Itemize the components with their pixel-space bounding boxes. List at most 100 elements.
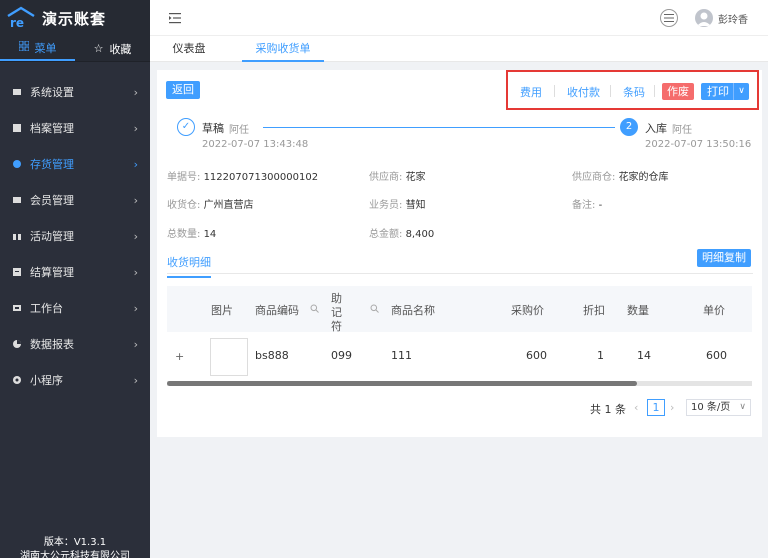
topbar: 彭玲香: [150, 0, 768, 36]
chevron-right-icon[interactable]: ›: [670, 401, 674, 414]
chart-icon: [12, 339, 22, 349]
tab-dashboard[interactable]: 仪表盘: [158, 36, 220, 62]
member-icon: [12, 195, 22, 205]
info-value: 花家: [405, 172, 426, 183]
step-connector: [263, 127, 615, 128]
cell-purchase-price: 600: [526, 349, 547, 362]
sidebar-tabs: 菜单 ☆ 收藏: [0, 36, 150, 62]
cell-mnemonic: 099: [331, 349, 352, 362]
chevron-down-icon: ∨: [739, 402, 746, 412]
horizontal-scrollbar[interactable]: [167, 381, 752, 386]
info-value: -: [598, 200, 603, 211]
info-salesman: 业务员: 彗知: [369, 196, 426, 211]
column-header-purchase-price: 采购价: [511, 304, 544, 317]
sidebar-item-label: 活动管理: [30, 230, 74, 243]
step-done-check-icon: ✓: [177, 118, 195, 136]
avatar[interactable]: [695, 9, 713, 27]
info-value: 彗知: [405, 200, 426, 211]
grid-icon: [18, 40, 29, 54]
hamburger-menu-icon[interactable]: [660, 9, 678, 27]
sidebar-item-label: 数据报表: [30, 338, 74, 351]
back-button[interactable]: 返回: [166, 81, 200, 99]
sidebar-item-inventory[interactable]: 存货管理 ›: [0, 146, 150, 182]
cell-quantity: 14: [637, 349, 651, 362]
chevron-down-icon[interactable]: ∨: [733, 83, 749, 100]
search-icon[interactable]: [370, 304, 379, 313]
sidebar-item-workbench[interactable]: 工作台 ›: [0, 290, 150, 326]
sidebar-item-label: 系统设置: [30, 86, 74, 99]
table-row[interactable]: + bs888 099 111 600 1 14 600: [167, 332, 752, 382]
sidebar-tab-favorites[interactable]: ☆ 收藏: [75, 36, 150, 61]
info-label: 供应商仓:: [572, 172, 616, 183]
chevron-right-icon: ›: [133, 121, 138, 135]
cell-unit-price: 600: [706, 349, 727, 362]
page-tabs: 仪表盘 采购收货单: [150, 36, 768, 62]
sidebar-tab-label: 菜单: [34, 41, 57, 55]
info-value: 8,400: [405, 229, 435, 240]
chevron-right-icon: ›: [133, 229, 138, 243]
sidebar-item-reports[interactable]: 数据报表 ›: [0, 326, 150, 362]
tab-receipt-detail[interactable]: 收货明细: [167, 254, 211, 278]
expand-row-icon[interactable]: +: [175, 350, 184, 363]
sidebar-item-label: 存货管理: [30, 158, 74, 171]
cell-code: bs888: [255, 349, 289, 362]
info-supplier-warehouse: 供应商仓: 花家的仓库: [572, 168, 669, 183]
page-size-select[interactable]: 10 条/页 ∨: [686, 399, 751, 416]
company-label: 湖南大公元科技有限公司: [20, 551, 130, 558]
logo-row: re 演示账套: [0, 0, 150, 36]
info-total-qty: 总数量: 14: [167, 225, 216, 240]
info-label: 备注:: [572, 200, 596, 211]
sidebar-item-mini-program[interactable]: 小程序 ›: [0, 362, 150, 398]
app-title: 演示账套: [42, 9, 107, 28]
sidebar-item-label: 结算管理: [30, 266, 74, 279]
tab-purchase-receipt[interactable]: 采购收货单: [242, 36, 324, 62]
column-header-image: 图片: [211, 304, 233, 317]
column-header-mnemonic: 助记符: [331, 292, 342, 333]
action-toolbar-highlight: 费用 收付款 条码 作废 打印 ∨: [506, 70, 759, 110]
info-remark: 备注: -: [572, 196, 602, 211]
sidebar-item-activities[interactable]: 活动管理 ›: [0, 218, 150, 254]
info-receive-warehouse: 收货仓: 广州直营店: [167, 196, 254, 211]
print-label: 打印: [707, 85, 729, 98]
void-button[interactable]: 作废: [662, 83, 694, 100]
print-button[interactable]: 打印 ∨: [701, 83, 749, 100]
sidebar-item-label: 工作台: [30, 302, 63, 315]
sidebar-tab-menu[interactable]: 菜单: [0, 36, 75, 61]
divider: [610, 85, 611, 97]
scrollbar-thumb[interactable]: [167, 381, 637, 386]
pagination-page[interactable]: 1: [647, 399, 665, 416]
sidebar-item-system-settings[interactable]: 系统设置 ›: [0, 74, 150, 110]
step-2-time: 2022-07-07 13:50:16: [645, 139, 752, 150]
info-supplier: 供应商: 花家: [369, 168, 426, 183]
info-label: 供应商:: [369, 172, 403, 183]
info-label: 单据号:: [167, 172, 201, 183]
gift-icon: [12, 231, 22, 241]
payment-button[interactable]: 收付款: [567, 84, 600, 100]
sidebar-item-settlement[interactable]: 结算管理 ›: [0, 254, 150, 290]
copy-detail-button[interactable]: 明细复制: [697, 249, 751, 267]
sidebar-item-members[interactable]: 会员管理 ›: [0, 182, 150, 218]
sidebar-item-label: 档案管理: [30, 122, 74, 135]
username[interactable]: 彭玲香: [718, 11, 748, 26]
mini-program-icon: [12, 375, 22, 385]
star-icon: ☆: [93, 42, 104, 55]
search-icon[interactable]: [310, 304, 319, 313]
chevron-right-icon: ›: [133, 193, 138, 207]
fee-button[interactable]: 费用: [520, 84, 542, 100]
desk-icon: [12, 303, 22, 313]
receipt-card: 返回 费用 收付款 条码 作废 打印 ∨ ✓ 草稿 阿任 2022-07-07 …: [157, 70, 762, 437]
step-1-title: 草稿: [202, 122, 224, 135]
collapse-menu-icon[interactable]: [168, 11, 182, 25]
chevron-right-icon: ›: [133, 301, 138, 315]
sidebar-item-archive[interactable]: 档案管理 ›: [0, 110, 150, 146]
version-label: 版本：V1.3.1: [43, 537, 107, 548]
sidebar: re 演示账套 菜单 ☆ 收藏 系统设置 › 档案管理 › 存货管理 › 会员管…: [0, 0, 150, 558]
step-2-title: 入库: [645, 122, 667, 135]
divider: [654, 85, 655, 97]
barcode-button[interactable]: 条码: [623, 84, 645, 100]
cell-discount: 1: [597, 349, 604, 362]
chevron-left-icon[interactable]: ‹: [634, 401, 638, 414]
column-header-code: 商品编码: [255, 304, 299, 317]
sidebar-item-label: 小程序: [30, 374, 63, 387]
column-header-unit-price: 单价: [703, 304, 725, 317]
